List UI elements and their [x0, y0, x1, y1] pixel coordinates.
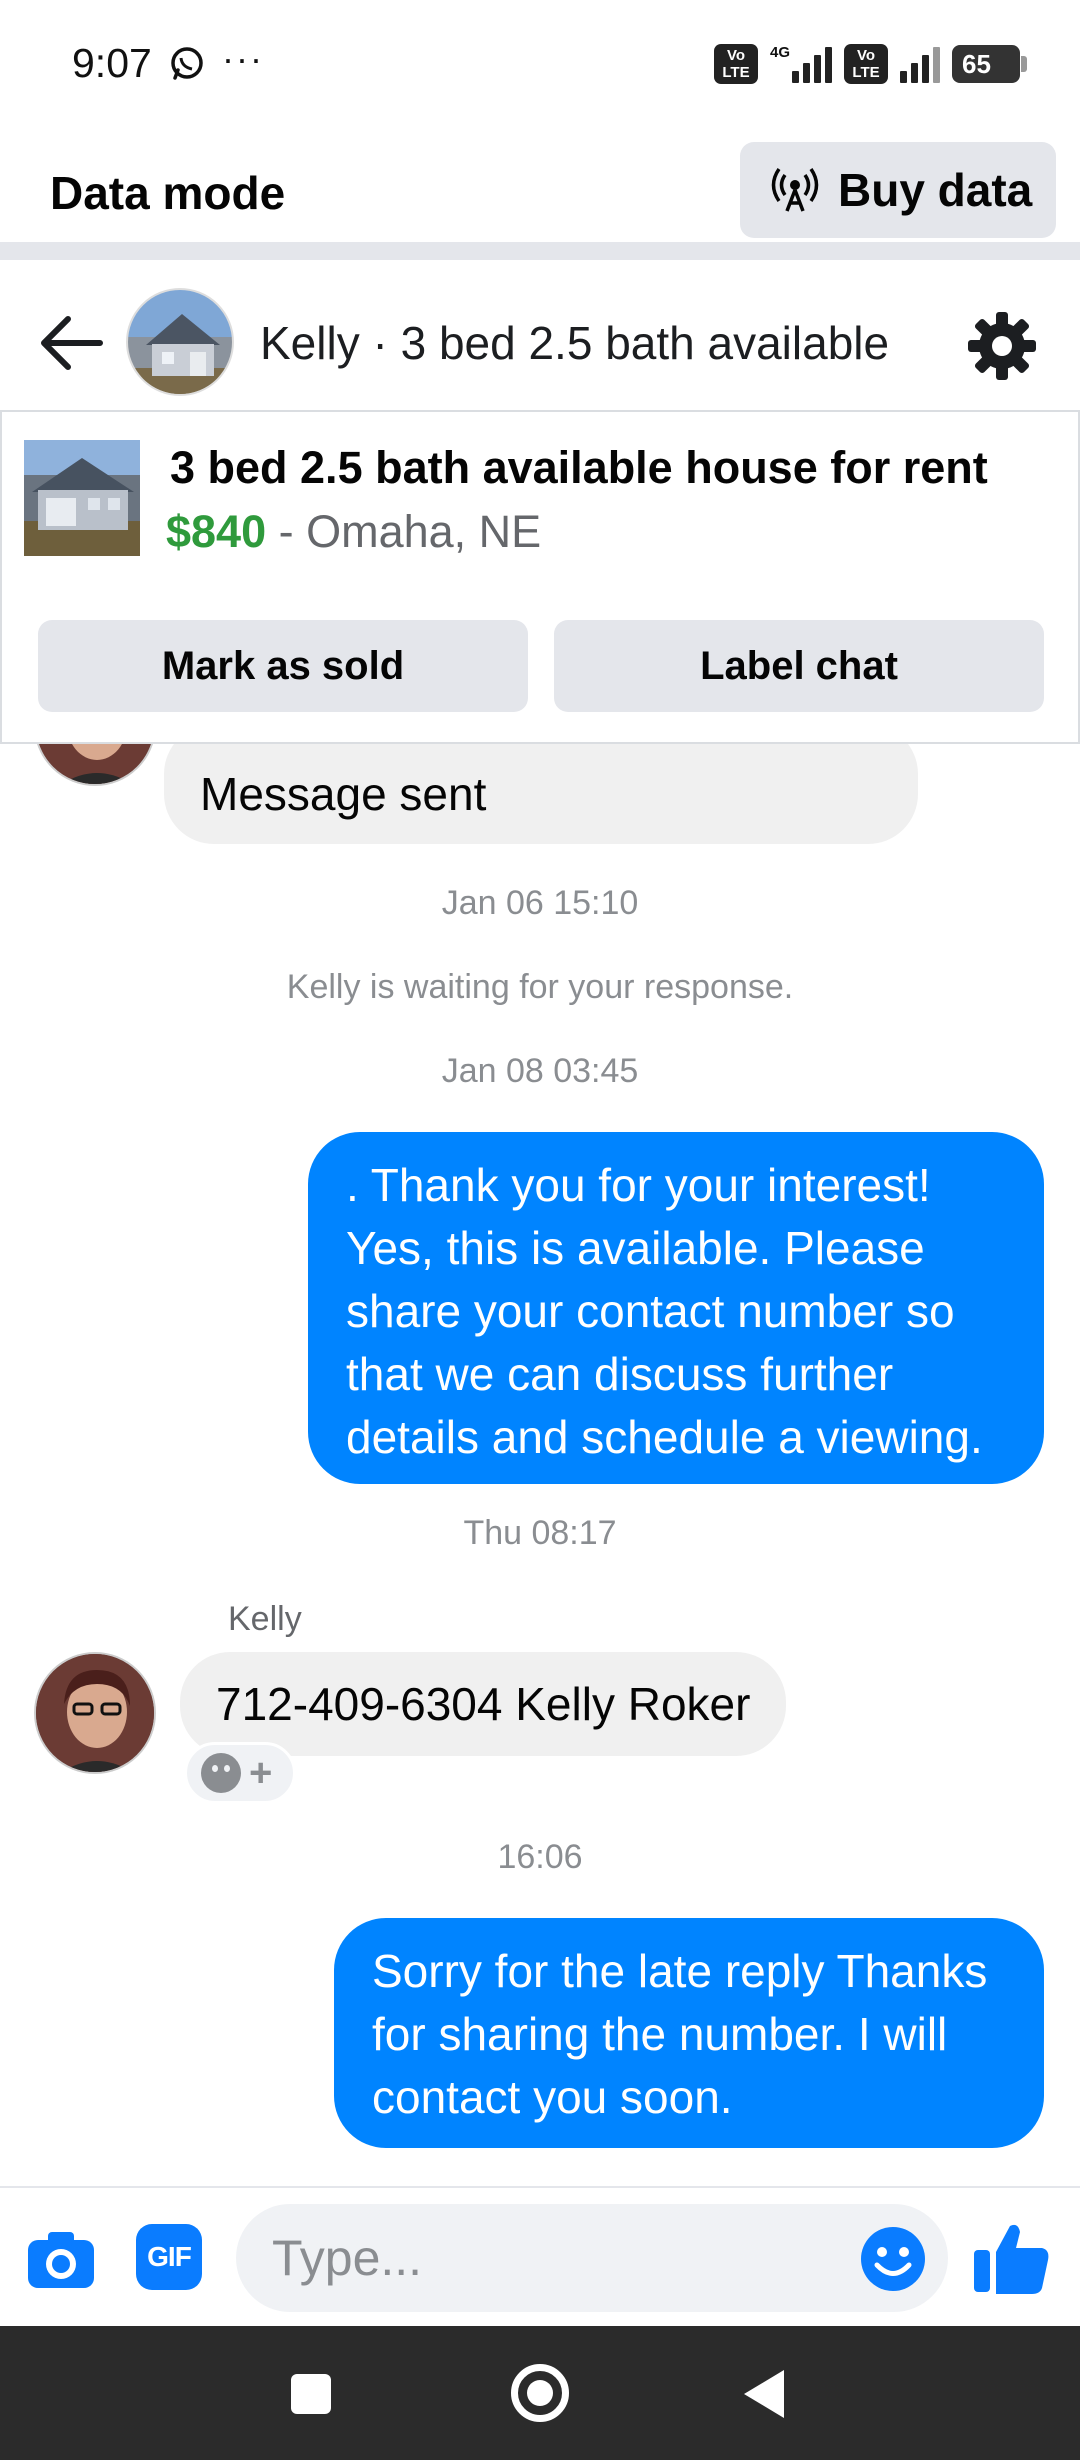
- sender-name: Kelly: [228, 1600, 302, 1638]
- timestamp: Thu 08:17: [463, 1514, 617, 1552]
- status-indicators: Vo LTE 4G Vo LTE 65: [713, 42, 1027, 86]
- add-reaction-button[interactable]: +: [184, 1742, 296, 1804]
- message-thread[interactable]: Message sent Jan 06 15:10 Kelly is waiti…: [0, 744, 1080, 2184]
- data-mode-bar: Data mode Buy data: [0, 130, 1080, 260]
- outgoing-message[interactable]: Sorry for the late reply Thanks for shar…: [334, 1918, 1044, 2148]
- incoming-message[interactable]: Message sent: [164, 744, 918, 844]
- network-type: 4G: [769, 43, 790, 61]
- message-input[interactable]: [236, 2204, 948, 2312]
- profile-photo: [36, 744, 154, 784]
- data-mode-title: Data mode: [50, 167, 286, 219]
- kelly-avatar[interactable]: [34, 1652, 156, 1774]
- buy-data-button[interactable]: Buy data: [740, 142, 1056, 238]
- antenna-icon: [771, 168, 819, 212]
- reaction-face-icon: [201, 1753, 241, 1793]
- listing-avatar[interactable]: [126, 288, 234, 396]
- buy-data-label: Buy data: [838, 164, 1033, 216]
- listing-thumbnail[interactable]: [24, 440, 140, 556]
- camera-icon[interactable]: [26, 2228, 96, 2290]
- thumbs-up-icon[interactable]: [972, 2218, 1050, 2296]
- signal-strength-icon-2: [900, 45, 940, 83]
- signal-strength-icon: [792, 45, 832, 83]
- mark-as-sold-button[interactable]: Mark as sold: [38, 620, 528, 712]
- chat-header: Kelly · 3 bed 2.5 bath available: [0, 278, 1080, 408]
- system-navigation-bar: [0, 2326, 1080, 2460]
- gif-button[interactable]: GIF: [136, 2224, 202, 2290]
- emoji-icon[interactable]: [860, 2226, 926, 2292]
- listing-location: - Omaha, NE: [266, 506, 542, 557]
- profile-photo: [36, 1654, 154, 1772]
- incoming-message[interactable]: 712-409-6304 Kelly Roker: [180, 1652, 787, 1756]
- settings-icon[interactable]: [966, 310, 1038, 382]
- status-bar: 9:07 ··· Vo LTE 4G Vo LTE 65: [0, 0, 1080, 130]
- listing-price: $840: [166, 506, 267, 557]
- recent-apps-icon[interactable]: [291, 2374, 331, 2414]
- kelly-avatar[interactable]: [34, 744, 156, 786]
- volte-badge-2: Vo LTE: [844, 44, 888, 84]
- waiting-notice: Kelly is waiting for your response.: [286, 968, 794, 1006]
- label-chat-button[interactable]: Label chat: [554, 620, 1044, 712]
- status-time: 9:07: [72, 40, 152, 86]
- timestamp: Jan 08 03:45: [441, 1052, 639, 1090]
- timestamp: Jan 06 15:10: [441, 884, 639, 922]
- battery-icon: 65: [952, 45, 1027, 83]
- listing-title[interactable]: 3 bed 2.5 bath available house for rent: [170, 442, 988, 494]
- timestamp: 16:06: [497, 1838, 583, 1876]
- house-thumbnail: [128, 314, 232, 394]
- chat-title[interactable]: Kelly · 3 bed 2.5 bath available: [260, 316, 889, 370]
- volte-badge: Vo LTE: [713, 44, 758, 84]
- back-arrow-icon[interactable]: [38, 313, 104, 373]
- home-icon[interactable]: [511, 2364, 569, 2422]
- message-composer: GIF: [0, 2186, 1080, 2326]
- house-image: [24, 458, 140, 556]
- outgoing-message[interactable]: . Thank you for your interest! Yes, this…: [308, 1132, 1044, 1484]
- more-notifications-icon: ···: [222, 38, 264, 79]
- plus-icon: +: [249, 1750, 273, 1795]
- whatsapp-icon: [171, 47, 203, 80]
- back-triangle-icon[interactable]: [744, 2370, 784, 2418]
- listing-card: 3 bed 2.5 bath available house for rent …: [0, 410, 1080, 744]
- listing-price-location: $840 - Omaha, NE: [166, 506, 541, 558]
